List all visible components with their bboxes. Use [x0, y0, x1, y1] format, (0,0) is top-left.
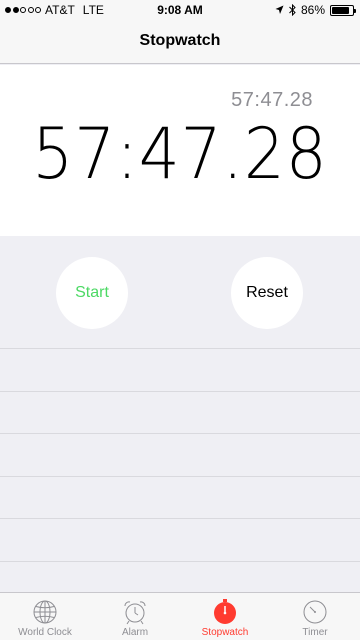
main-time: 57:47.28: [32, 113, 328, 195]
globe-icon: [33, 600, 57, 624]
stopwatch-icon: [214, 599, 236, 624]
tab-alarm[interactable]: Alarm: [90, 593, 180, 640]
battery-icon: [330, 4, 356, 16]
list-item: [0, 475, 360, 519]
tab-stopwatch[interactable]: Stopwatch: [180, 593, 270, 640]
reset-button[interactable]: Reset: [231, 257, 303, 329]
tab-timer[interactable]: Timer: [270, 593, 360, 640]
tab-label: Alarm: [121, 627, 149, 638]
lap-list: [0, 348, 360, 592]
list-item: [0, 433, 360, 476]
list-item: [0, 518, 360, 561]
page-title: Stopwatch: [139, 32, 221, 49]
start-button[interactable]: Start: [56, 257, 128, 329]
lap-time: 57:47.28: [231, 89, 313, 111]
tab-world-clock[interactable]: World Clock: [0, 593, 90, 640]
timer-icon: [303, 600, 327, 624]
location-arrow-icon: [275, 5, 284, 14]
stopwatch-display: 57:47.28 57:47.28: [0, 65, 360, 236]
tab-bar: World Clock Alarm Stopwatch Timer: [0, 592, 360, 640]
alarm-clock-icon: [124, 601, 146, 625]
battery-percent: 86%: [300, 3, 325, 17]
navigation-bar: Stopwatch: [0, 20, 360, 64]
tab-label: Timer: [302, 627, 328, 638]
status-right: 86%: [275, 3, 356, 17]
controls-area: Start Reset: [0, 236, 360, 348]
tab-label: World Clock: [18, 627, 72, 638]
list-item: [0, 348, 360, 391]
status-bar: AT&T LTE 9:08 AM 86%: [0, 0, 360, 20]
bluetooth-icon: [289, 4, 296, 16]
list-item: [0, 390, 360, 434]
tab-label: Stopwatch: [201, 627, 249, 638]
